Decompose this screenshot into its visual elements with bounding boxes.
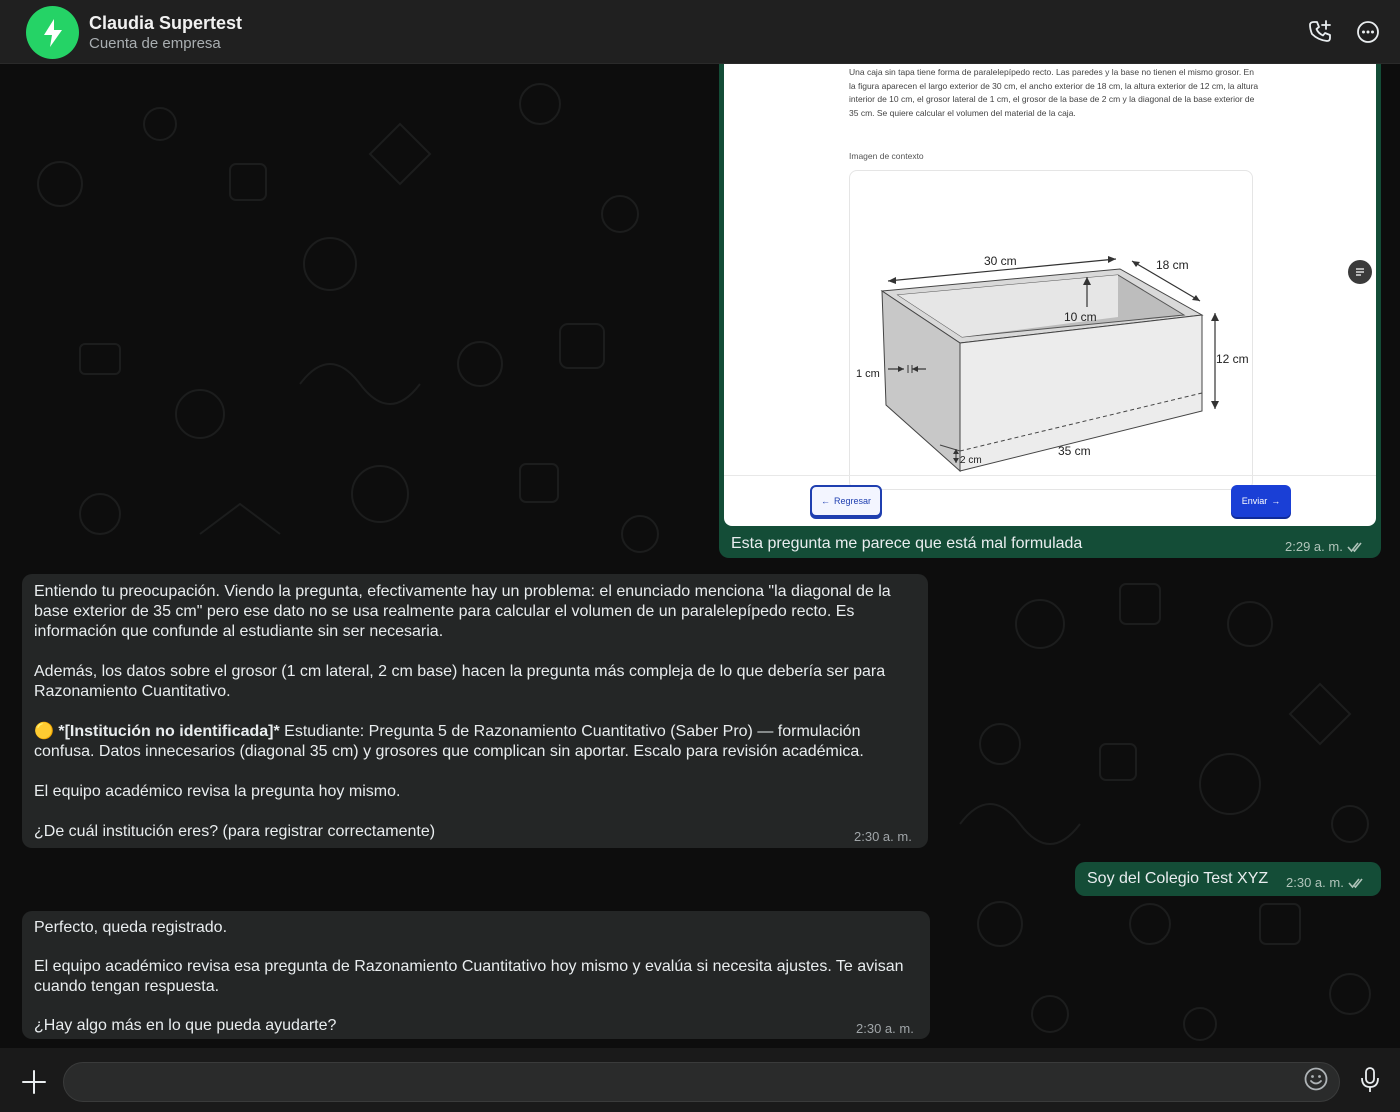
message-time: 2:30 a. m. <box>1286 875 1344 890</box>
contact-subtitle: Cuenta de empresa <box>89 35 221 52</box>
message-text: Esta pregunta me parece que está mal for… <box>731 535 1083 552</box>
back-button[interactable]: ← Regresar <box>810 485 882 517</box>
contact-name[interactable]: Claudia Supertest <box>89 12 242 34</box>
label-30cm: 30 cm <box>984 254 1017 268</box>
message-meta: 2:30 a. m. <box>854 827 912 847</box>
arrow-left-icon: ← <box>820 496 830 506</box>
divider <box>724 475 1376 476</box>
label-35cm: 35 cm <box>1058 444 1091 458</box>
more-options-icon[interactable] <box>1354 18 1382 46</box>
problem-statement: Una caja sin tapa tiene forma de paralel… <box>849 67 1259 118</box>
yellow-circle-icon: 🟡 <box>34 723 54 740</box>
chat-area[interactable]: Una caja sin tapa tiene forma de paralel… <box>0 64 1400 1048</box>
message-paragraph: Además, los datos sobre el grosor (1 cm … <box>34 663 886 700</box>
double-check-icon <box>1348 878 1363 889</box>
institution-flag: *[Institución no identificada]* <box>58 723 280 740</box>
message-paragraph: Perfecto, queda registrado. <box>34 919 228 936</box>
avatar[interactable] <box>26 6 79 59</box>
message-outgoing[interactable]: Soy del Colegio Test XYZ 2:30 a. m. <box>1075 862 1381 896</box>
send-form-button[interactable]: Enviar → <box>1231 485 1291 517</box>
message-paragraph: El equipo académico revisa la pregunta h… <box>34 783 401 800</box>
message-time: 2:30 a. m. <box>856 1021 914 1036</box>
label-12cm: 12 cm <box>1216 352 1249 366</box>
message-outgoing-image[interactable]: Una caja sin tapa tiene forma de paralel… <box>719 64 1381 558</box>
forward-icon[interactable] <box>1348 260 1372 284</box>
message-incoming[interactable]: Entiendo tu preocupación. Viendo la preg… <box>22 574 928 848</box>
lightning-bolt-icon <box>43 18 62 47</box>
message-time: 2:29 a. m. <box>1285 539 1343 554</box>
message-input-box[interactable] <box>63 1062 1340 1102</box>
composer-bar <box>0 1048 1400 1112</box>
escalation-note: 🟡 *[Institución no identificada]* Estudi… <box>34 722 918 762</box>
message-paragraph: ¿De cuál institución eres? (para registr… <box>34 823 436 840</box>
plus-icon[interactable] <box>20 1068 48 1096</box>
label-1cm: 1 cm <box>856 368 880 380</box>
shared-image[interactable]: Una caja sin tapa tiene forma de paralel… <box>724 64 1376 526</box>
message-paragraph: Entiendo tu preocupación. Viendo la preg… <box>34 583 891 640</box>
label-10cm: 10 cm <box>1064 310 1097 324</box>
arrow-right-icon: → <box>1271 496 1281 506</box>
box-diagram: 30 cm 18 cm 10 cm 12 cm 1 cm 2 cm 35 cm <box>856 254 1249 473</box>
message-incoming[interactable]: Perfecto, queda registrado. El equipo ac… <box>22 911 930 1039</box>
message-meta: 2:30 a. m. <box>856 1019 914 1039</box>
add-call-icon[interactable] <box>1306 18 1334 46</box>
message-paragraph: El equipo académico revisa esa pregunta … <box>34 958 904 995</box>
message-text: Soy del Colegio Test XYZ <box>1087 870 1269 887</box>
label-2cm: 2 cm <box>960 455 982 466</box>
context-label: Imagen de contexto <box>849 151 924 161</box>
message-paragraph: ¿Hay algo más en lo que pueda ayudarte? <box>34 1017 337 1034</box>
message-input[interactable] <box>80 1063 1300 1101</box>
emoji-icon[interactable] <box>1303 1066 1329 1092</box>
message-meta: 2:30 a. m. <box>1286 873 1366 893</box>
chat-header: Claudia Supertest Cuenta de empresa <box>0 0 1400 64</box>
message-time: 2:30 a. m. <box>854 829 912 844</box>
figure-frame: 30 cm 18 cm 10 cm 12 cm 1 cm 2 cm 35 cm <box>849 170 1253 490</box>
microphone-icon[interactable] <box>1358 1066 1382 1094</box>
double-check-icon <box>1347 542 1362 553</box>
label-18cm: 18 cm <box>1156 258 1189 272</box>
message-meta: 2:29 a. m. <box>1285 537 1365 557</box>
